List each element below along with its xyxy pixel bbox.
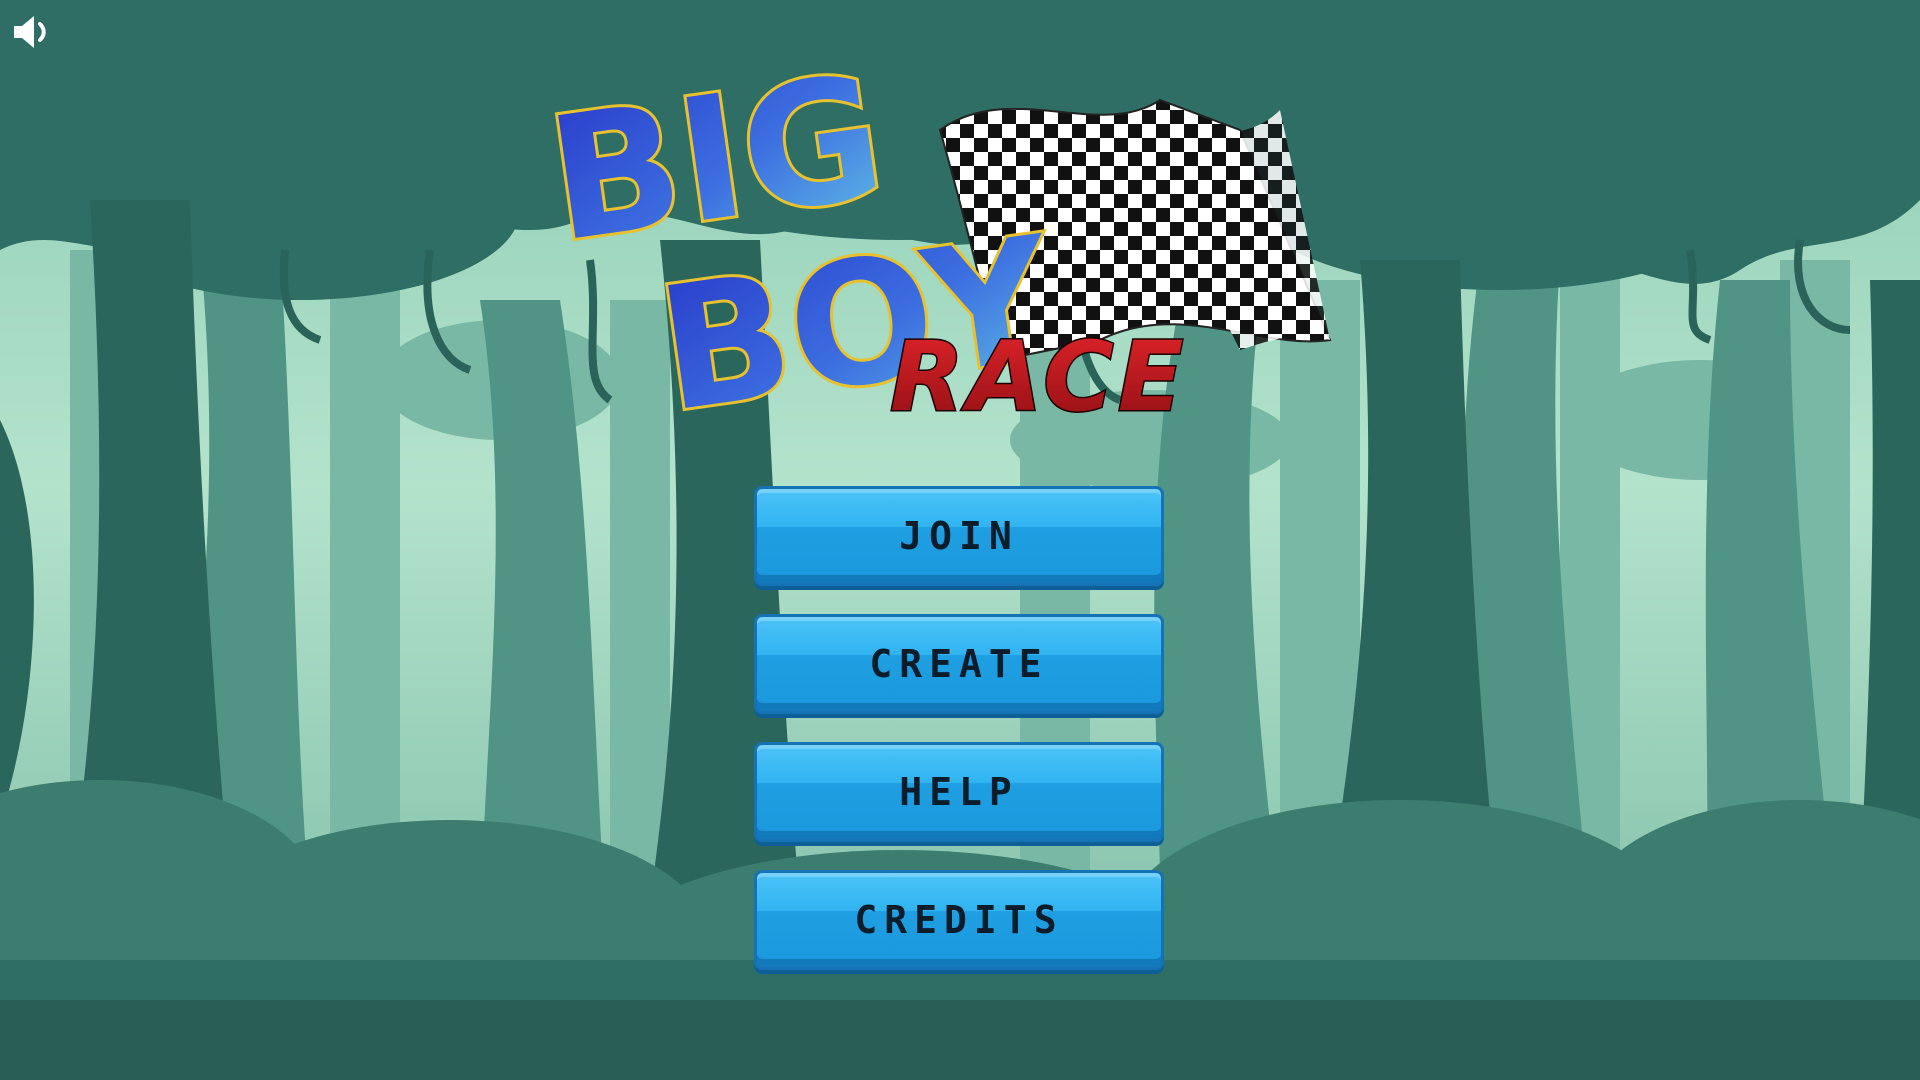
- create-button-label: CREATE: [869, 642, 1049, 686]
- sound-toggle[interactable]: [8, 8, 56, 56]
- credits-button-label: CREDITS: [854, 898, 1064, 942]
- main-menu: JOIN CREATE HELP CREDITS: [754, 486, 1166, 998]
- join-button[interactable]: JOIN: [754, 486, 1164, 586]
- logo-word-race: RACE: [890, 321, 1187, 430]
- help-button-label: HELP: [899, 770, 1019, 814]
- credits-button[interactable]: CREDITS: [754, 870, 1164, 970]
- big-boy-race-logo: BIG BOY RACE: [540, 40, 1332, 430]
- join-button-label: JOIN: [899, 514, 1019, 558]
- speaker-icon: [14, 16, 46, 48]
- help-button[interactable]: HELP: [754, 742, 1164, 842]
- create-button[interactable]: CREATE: [754, 614, 1164, 714]
